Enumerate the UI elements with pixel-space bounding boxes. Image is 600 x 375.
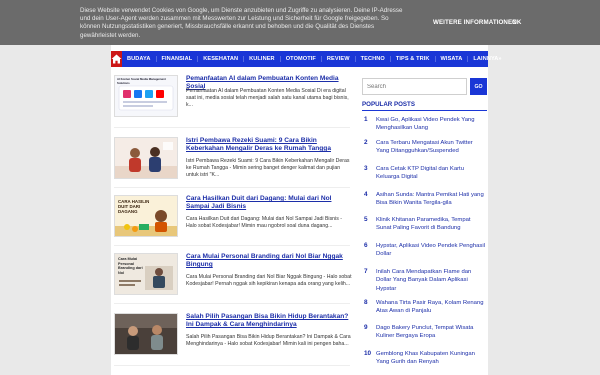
post-title[interactable]: Istri Pembawa Rezeki Suami: 9 Cara Bikin… (186, 137, 352, 154)
popular-posts-heading: POPULAR POSTS (362, 101, 415, 108)
nav-item-budaya[interactable]: BUDAYA (122, 56, 156, 62)
post-title[interactable]: Cara Mulai Personal Branding dari Nol Bi… (186, 253, 352, 270)
popular-post-number: 1 (364, 116, 368, 123)
cookie-ok-button[interactable]: OK (512, 19, 521, 26)
popular-post-title[interactable]: Cara Terbaru Mengatasi Akun Twitter Yang… (376, 139, 486, 156)
post-thumbnail[interactable] (114, 137, 178, 179)
home-icon (111, 54, 122, 64)
divider (114, 365, 350, 366)
thumbnail-caption: AI Konten Sosial Media Management Soluti… (117, 77, 166, 85)
popular-posts-underline (362, 110, 487, 111)
thumbnail-caption: CARA HASILIN DUIT DARI DAGANG (118, 199, 150, 215)
nav-item-tips-trik[interactable]: TIPS & TRIK (389, 56, 435, 62)
post-snippet: Cara Hasilkan Duit dari Dagang: Mulai da… (186, 216, 342, 229)
post-title[interactable]: Salah Pilih Pasangan Bisa Bikin Hidup Be… (186, 313, 352, 330)
post-snippet: Pemanfaatan AI dalam Pembuatan Konten Me… (186, 88, 349, 108)
search-button[interactable]: GO (470, 78, 487, 95)
post-snippet: Istri Pembawa Rezeki Suami: 9 Cara Bikin… (186, 158, 350, 178)
nav-item-finansial[interactable]: FINANSIAL (155, 56, 198, 62)
popular-post-title[interactable]: Asihan Sunda: Mantra Pemikat Hati yang B… (376, 191, 486, 208)
popular-post-number: 6 (364, 242, 368, 249)
cookie-consent-bar: Diese Website verwendet Cookies von Goog… (0, 0, 600, 45)
popular-post-number: 4 (364, 191, 368, 198)
popular-post-number: 5 (364, 216, 368, 223)
popular-post-title[interactable]: Inilah Cara Mendapatkan Flame dan Dollar… (376, 268, 486, 293)
nav-item-wisata[interactable]: WISATA (434, 56, 468, 62)
divider (114, 245, 350, 246)
popular-post-title[interactable]: Cara Cetak KTP Digital dan Kartu Keluarg… (376, 165, 486, 182)
post-thumbnail[interactable] (114, 313, 178, 355)
divider (114, 187, 350, 188)
search-input[interactable] (362, 78, 467, 95)
divider (114, 303, 350, 304)
popular-post-title[interactable]: Dago Bakery Punclut, Tempat Wisata Kulin… (376, 324, 486, 341)
couple-illustration (115, 138, 177, 178)
popular-post-number: 10 (364, 350, 372, 357)
post-snippet: Cara Mulai Personal Branding dari Nol Bi… (186, 274, 352, 287)
post-snippet: Salah Pilih Pasangan Bisa Bikin Hidup Be… (186, 334, 351, 347)
popular-post-title[interactable]: Wahana Tirta Pasir Raya, Kolam Renang At… (376, 299, 486, 316)
nav-item-techno[interactable]: TECHNO (354, 56, 390, 62)
cookie-consent-text: Diese Website verwendet Cookies von Goog… (80, 7, 403, 39)
home-button[interactable] (111, 51, 122, 67)
more-info-link[interactable]: WEITERE INFORMATIONEN (433, 19, 517, 26)
nav-item-kuliner[interactable]: KULINER (243, 56, 280, 62)
nav-item-kesehatan[interactable]: KESEHATAN (197, 56, 243, 62)
main-navigation: BUDAYA FINANSIAL KESEHATAN KULINER OTOMO… (111, 51, 502, 67)
nav-item-review[interactable]: REVIEW (320, 56, 355, 62)
divider (114, 127, 350, 128)
popular-post-number: 2 (364, 139, 368, 146)
popular-post-number: 9 (364, 324, 368, 331)
arguing-couple-illustration (115, 314, 177, 354)
popular-post-number: 7 (364, 268, 368, 275)
popular-post-number: 3 (364, 165, 368, 172)
popular-post-title[interactable]: Hypstar, Aplikasi Video Pendek Penghasil… (376, 242, 486, 259)
popular-post-title[interactable]: Gemblong Khas Kabupaten Kuningan Yang Gu… (376, 350, 486, 367)
nav-item-lainnya[interactable]: LAINNYA» (467, 56, 506, 62)
thumbnail-caption: Cara Mulai Personal Branding dari Nol (118, 257, 143, 275)
popular-post-title[interactable]: Kwai Go, Aplikasi Video Pendek Yang Meng… (376, 116, 486, 133)
post-title[interactable]: Cara Hasilkan Duit dari Dagang: Mulai da… (186, 195, 352, 212)
popular-post-number: 8 (364, 299, 368, 306)
nav-item-otomotif[interactable]: OTOMOTIF (279, 56, 321, 62)
popular-post-title[interactable]: Klinik Khitanan Paramedika, Tempat Sunat… (376, 216, 486, 233)
